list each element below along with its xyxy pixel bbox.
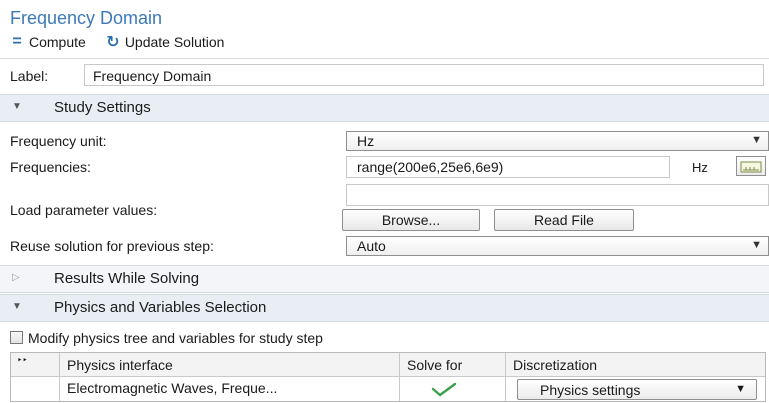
physics-interface-cell[interactable]: Electromagnetic Waves, Freque... [59, 377, 399, 402]
chevron-down-icon: ▼ [751, 134, 762, 146]
header: Frequency Domain = Compute ↻ Update Solu… [0, 0, 769, 58]
reuse-solution-select[interactable]: Auto ▼ [346, 236, 769, 256]
expanded-arrow-icon: ▼ [12, 101, 22, 112]
range-button[interactable] [736, 156, 766, 176]
section-results-while-solving[interactable]: ▷ Results While Solving [0, 265, 769, 293]
update-solution-button[interactable]: ↻ Update Solution [106, 32, 225, 52]
range-icon [740, 161, 762, 173]
collapsed-arrow-icon: ▷ [12, 272, 20, 283]
reuse-solution-row: Reuse solution for previous step: Auto ▼ [0, 234, 769, 258]
compute-button[interactable]: = Compute [10, 33, 86, 51]
section-title: Study Settings [54, 99, 151, 116]
label-row: Label: Frequency Domain [0, 62, 769, 90]
check-icon [431, 382, 457, 397]
label-input[interactable]: Frequency Domain [84, 64, 764, 86]
column-header-solve-for: Solve for [399, 353, 505, 377]
physics-table: ‣‣ Physics interface Solve for Discretiz… [10, 352, 766, 402]
frequencies-label: Frequencies: [10, 159, 91, 175]
section-study-settings[interactable]: ▼ Study Settings [0, 94, 769, 122]
table-handle-header: ‣‣ [11, 353, 59, 377]
reuse-solution-label: Reuse solution for previous step: [10, 238, 214, 254]
divider [0, 58, 769, 59]
modify-physics-checkbox[interactable] [10, 331, 23, 344]
discretization-value: Physics settings [540, 382, 641, 398]
column-header-physics-interface: Physics interface [59, 353, 399, 377]
toolbar: = Compute ↻ Update Solution [10, 32, 224, 52]
column-divider [399, 353, 400, 401]
reuse-solution-value: Auto [357, 238, 386, 254]
section-title: Physics and Variables Selection [54, 299, 267, 316]
frequencies-row: Frequencies: range(200e6,25e6,6e9) Hz [0, 155, 769, 179]
frequencies-unit: Hz [692, 160, 708, 175]
frequency-unit-select[interactable]: Hz ▼ [346, 131, 769, 151]
load-parameter-input[interactable] [346, 184, 769, 206]
label-caption: Label: [10, 68, 49, 84]
modify-physics-label: Modify physics tree and variables for st… [28, 330, 323, 346]
read-file-button[interactable]: Read File [494, 209, 634, 231]
column-divider [505, 353, 506, 401]
discretization-select[interactable]: Physics settings ▼ [517, 379, 757, 400]
compute-icon: = [12, 33, 22, 50]
update-solution-label: Update Solution [124, 34, 225, 50]
expanded-arrow-icon: ▼ [12, 301, 22, 312]
load-parameter-row: Load parameter values: Browse... Read Fi… [0, 184, 769, 234]
section-title: Results While Solving [54, 270, 200, 287]
solve-for-checkbox[interactable] [431, 381, 457, 400]
column-header-discretization: Discretization [505, 353, 765, 377]
frequency-domain-settings-page: Frequency Domain = Compute ↻ Update Solu… [0, 0, 769, 403]
chevron-down-icon: ▼ [735, 383, 746, 395]
cropped-top-edge [0, 0, 769, 6]
section-physics-variables[interactable]: ▼ Physics and Variables Selection [0, 294, 769, 322]
compute-label: Compute [29, 34, 86, 50]
browse-button[interactable]: Browse... [342, 209, 480, 231]
frequency-unit-label: Frequency unit: [10, 133, 107, 149]
chevron-down-icon: ▼ [751, 239, 762, 251]
modify-physics-row: Modify physics tree and variables for st… [0, 328, 769, 350]
frequencies-input[interactable]: range(200e6,25e6,6e9) [346, 156, 670, 178]
page-title: Frequency Domain [10, 8, 163, 28]
frequency-unit-value: Hz [357, 133, 375, 149]
load-parameter-label: Load parameter values: [10, 202, 158, 218]
frequency-unit-row: Frequency unit: Hz ▼ [0, 129, 769, 153]
refresh-icon: ↻ [106, 34, 120, 51]
